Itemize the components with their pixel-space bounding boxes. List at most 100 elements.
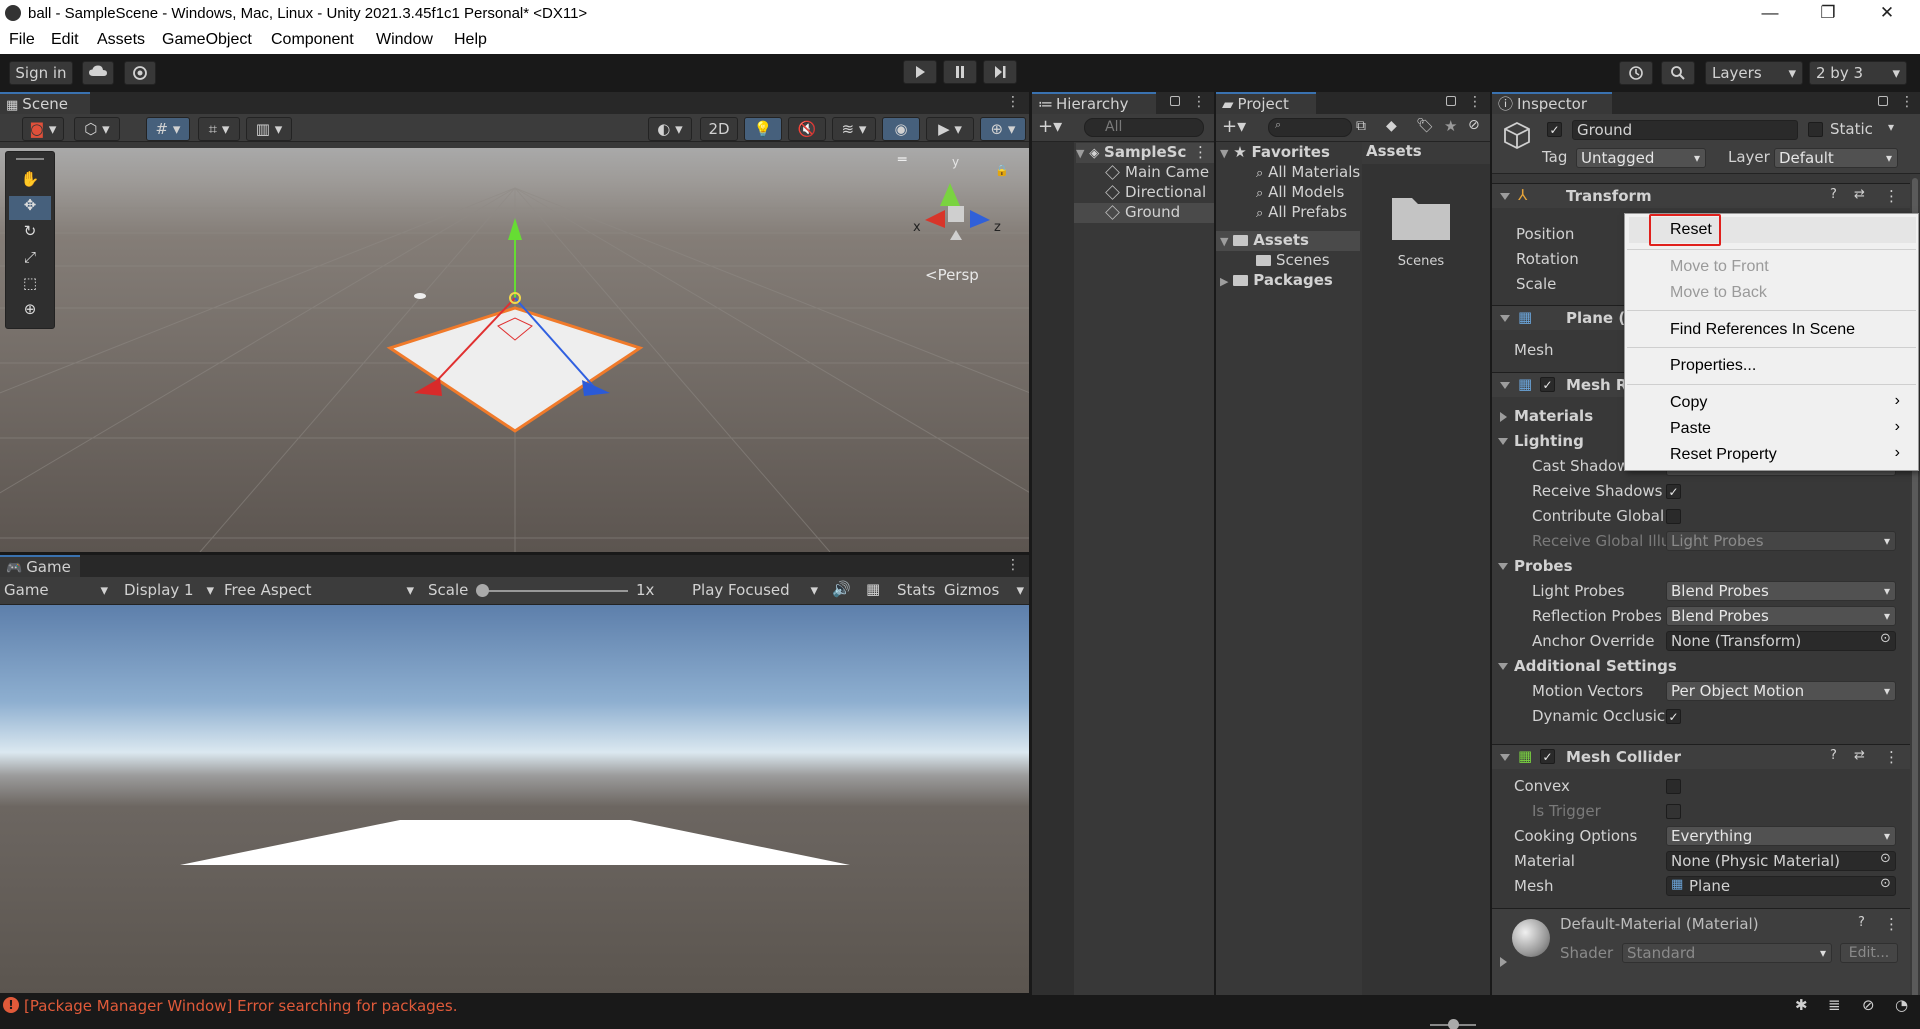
sign-in-button[interactable]: Sign in [9,61,73,85]
transform-tool[interactable]: ⊕ [9,300,51,324]
receive-shadows-checkbox[interactable]: ✓ [1666,484,1681,499]
packages-row[interactable]: ▶ Packages [1220,271,1333,289]
speaker-icon[interactable]: 🔊 [832,580,851,598]
light-gizmo[interactable] [414,293,426,299]
anchor-override-field[interactable]: None (Transform) [1666,631,1896,651]
collapse-icon[interactable] [1498,438,1508,445]
star-icon[interactable]: ★ [1444,117,1457,135]
scene-menu-icon[interactable]: ⋮ [1193,143,1208,161]
history-button[interactable] [1619,61,1653,85]
layout-dropdown[interactable]: 2 by 3 ▾ [1809,61,1907,85]
fav-all-materials[interactable]: ⌕ All Materials [1256,163,1360,181]
active-checkbox[interactable]: ✓ [1547,122,1562,137]
hand-tool[interactable]: ✋ [9,170,51,194]
tab-inspector[interactable]: ⓘ Inspector [1492,92,1612,114]
reflection-probes-dropdown[interactable]: Blend Probes [1666,606,1896,626]
project-menu-icon[interactable]: ⋮ [1468,94,1482,110]
hierarchy-menu-icon[interactable]: ⋮ [1192,94,1206,110]
zoom-slider-handle[interactable] [1448,1019,1459,1029]
context-reset-property[interactable]: Reset Property [1670,446,1777,464]
project-breadcrumb[interactable]: Assets [1362,142,1490,164]
palette-grip[interactable] [16,158,44,160]
menu-help[interactable]: Help [454,31,487,49]
project-search-input[interactable]: ⌕ [1268,118,1352,137]
status-message[interactable]: [Package Manager Window] Error searching… [24,997,458,1015]
help-icon[interactable]: ? [1830,187,1837,202]
assets-row[interactable]: ▼ Assets [1216,231,1360,251]
collapse-icon[interactable] [1498,563,1508,570]
component-menu-icon[interactable]: ⋮ [1884,187,1899,205]
add-icon[interactable]: +▾ [1038,116,1062,137]
scale-slider[interactable] [482,590,628,592]
tab-hierarchy[interactable]: ≔ Hierarchy [1032,92,1156,114]
material-sphere-icon[interactable] [1512,919,1550,957]
hierarchy-item-main-camera[interactable]: Main Came [1105,163,1209,181]
menu-window[interactable]: Window [376,31,433,49]
static-checkbox[interactable] [1808,122,1823,137]
stats-button[interactable]: Stats [897,581,935,599]
hierarchy-item-ground[interactable]: Ground [1074,203,1214,223]
2d-toggle[interactable]: 2D [700,117,738,141]
search-scope-icon[interactable]: ⧉ [1356,118,1366,134]
lock-icon[interactable] [1446,96,1456,106]
light-probes-dropdown[interactable]: Blend Probes [1666,581,1896,601]
edit-shader-button[interactable]: Edit... [1840,943,1898,963]
game-view-dropdown[interactable]: Game ▾ [4,581,110,599]
preset-icon[interactable]: ⇄ [1854,748,1865,763]
collider-mesh-field[interactable]: ▦ Plane [1666,876,1896,896]
shading-mode-dropdown[interactable]: ◐ ▾ [648,117,692,141]
probes-label[interactable]: Probes [1514,557,1573,575]
label-icon[interactable]: 🏷 [1416,118,1434,134]
cooking-options-dropdown[interactable]: Everything [1666,826,1896,846]
object-picker-icon[interactable]: ⊙ [1880,876,1891,891]
object-name-input[interactable]: Ground [1572,120,1798,140]
mesh-renderer-enabled-checkbox[interactable]: ✓ [1540,377,1555,392]
context-copy[interactable]: Copy [1670,394,1707,412]
shader-dropdown[interactable]: Standard [1622,943,1832,963]
hierarchy-item-directional[interactable]: Directional [1105,183,1206,201]
mesh-collider-header[interactable]: ▦ ✓ Mesh Collider ? ⇄ ⋮ [1492,744,1920,769]
visibility-toggle[interactable]: ◉ [882,117,920,141]
lighting-toggle[interactable]: 💡 [744,117,782,141]
step-button[interactable] [983,60,1017,84]
move-tool[interactable]: ✥ [9,196,51,220]
mesh-collider-enabled-checkbox[interactable]: ✓ [1540,749,1555,764]
scale-slider-handle[interactable] [476,584,489,597]
fav-all-models[interactable]: ⌕ All Models [1256,183,1344,201]
filter-type-icon[interactable]: ◆ [1386,118,1397,134]
stack-icon[interactable]: ≣ [1828,996,1841,1014]
menu-file[interactable]: File [9,31,35,49]
orientation-gizmo[interactable] [925,183,990,240]
additional-settings-label[interactable]: Additional Settings [1514,657,1677,675]
layers-dropdown[interactable]: Layers ▾ [1705,61,1803,85]
grid-stats-icon[interactable]: ▦ [866,580,880,598]
game-viewport[interactable] [0,605,1029,993]
increment-snap-dropdown[interactable]: ⌗ ▾ [198,117,240,141]
help-icon[interactable]: ? [1830,748,1837,763]
draw-mode-dropdown[interactable]: ◙ ▾ [22,117,64,141]
game-menu-icon[interactable]: ⋮ [1006,557,1020,573]
debug-icon[interactable]: ✱ [1795,996,1808,1014]
preset-icon[interactable]: ⇄ [1854,187,1865,202]
scale-tool[interactable]: ⤢ [9,248,51,272]
component-menu-icon[interactable]: ⋮ [1884,748,1899,766]
effects-dropdown[interactable]: ≋ ▾ [832,117,876,141]
lighting-label[interactable]: Lighting [1514,432,1584,450]
audio-toggle[interactable]: 🔇 [788,117,826,141]
progress-icon[interactable]: ◔ [1895,996,1908,1014]
tab-scene[interactable]: ▦ Scene [0,92,90,114]
context-paste[interactable]: Paste [1670,420,1711,438]
grid-snap-toggle[interactable]: # ▾ [146,117,190,141]
menu-edit[interactable]: Edit [51,31,79,49]
camera-dropdown[interactable]: ▶ ▾ [926,117,974,141]
add-icon[interactable]: +▾ [1222,116,1246,137]
convex-checkbox[interactable] [1666,779,1681,794]
collab-button[interactable] [124,61,156,85]
menu-component[interactable]: Component [271,31,354,49]
lock-icon[interactable] [1878,96,1888,106]
object-picker-icon[interactable]: ⊙ [1880,851,1891,866]
gameobject-cube-icon[interactable] [1502,120,1532,150]
scenes-folder-tile[interactable] [1390,190,1452,242]
ground-plane[interactable] [386,306,644,433]
search-button[interactable] [1661,61,1695,85]
